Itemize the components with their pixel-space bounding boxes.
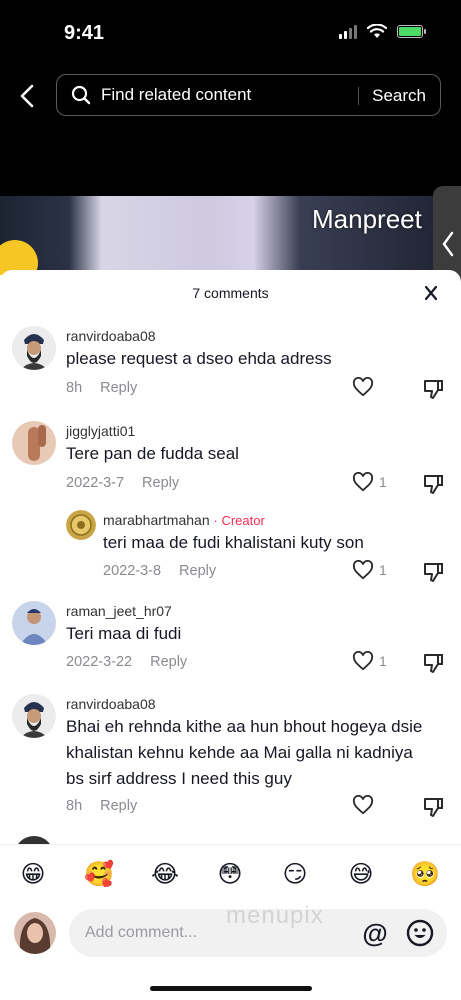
reply-button[interactable]: Reply <box>179 563 216 579</box>
video-preview[interactable]: Manpreet <box>0 196 461 275</box>
video-overlay-text: Manpreet <box>312 204 422 234</box>
creator-badge: · Creator <box>213 513 265 528</box>
like-button[interactable] <box>352 377 379 397</box>
comment-timestamp: 8h <box>66 380 83 396</box>
like-button[interactable] <box>352 795 379 815</box>
smirking-emoji-icon[interactable]: 😏 <box>279 859 311 891</box>
comment-timestamp: 2022-3-7 <box>66 475 125 491</box>
search-icon <box>71 85 91 105</box>
dislike-icon[interactable] <box>422 652 444 674</box>
dislike-icon[interactable] <box>422 378 444 400</box>
comments-count-title: 7 comments <box>192 285 269 301</box>
status-icons <box>339 24 426 39</box>
reply-username: marabhartmahan · Creator <box>103 512 265 528</box>
heart-icon <box>352 560 374 580</box>
reply-button[interactable]: Reply <box>142 475 179 491</box>
status-time: 9:41 <box>64 22 105 44</box>
search-input[interactable] <box>101 75 351 115</box>
avatar[interactable] <box>12 601 56 645</box>
reply-meta: 2022-3-8 Reply <box>103 563 216 579</box>
reply-button[interactable]: Reply <box>100 798 137 814</box>
reply-button[interactable]: Reply <box>150 654 187 670</box>
dislike-icon[interactable] <box>422 473 444 495</box>
comment-meta: 2022-3-7 Reply <box>66 475 179 491</box>
watermark: menupix <box>226 902 324 929</box>
like-button[interactable]: 1 <box>352 651 387 671</box>
tears-of-joy-emoji-icon[interactable]: 😂 <box>149 859 181 891</box>
heart-icon <box>352 377 374 397</box>
comment-text: Teri maa di fudi <box>66 624 182 643</box>
like-count: 1 <box>379 562 387 578</box>
close-icon[interactable] <box>424 285 438 301</box>
avatar[interactable] <box>66 510 96 540</box>
reply-timestamp: 2022-3-8 <box>103 563 162 579</box>
comment-username[interactable]: ranvirdoaba08 <box>66 328 156 344</box>
pleading-emoji-icon[interactable]: 🥺 <box>409 859 441 891</box>
comment-username[interactable]: ranvirdoaba08 <box>66 696 156 712</box>
comment-username[interactable]: jigglyjatti01 <box>66 423 135 439</box>
dislike-icon[interactable] <box>422 561 444 583</box>
reply-author[interactable]: marabhartmahan <box>103 512 210 528</box>
comment-timestamp: 8h <box>66 798 83 814</box>
comment-text: please request a dseo ehda adress <box>66 349 332 368</box>
comment-username[interactable]: raman_jeet_hr07 <box>66 603 172 619</box>
comment-meta: 2022-3-22 Reply <box>66 654 187 670</box>
dislike-icon[interactable] <box>422 796 444 818</box>
grinning-emoji-icon[interactable]: 😁 <box>17 859 49 891</box>
avatar[interactable] <box>12 421 56 465</box>
wifi-icon <box>367 24 387 38</box>
top-area: 9:41 Search Manpreet <box>0 0 461 275</box>
comment-text: Bhai eh rehnda kithe aa hun bhout hogeya… <box>66 717 423 788</box>
smiling-hearts-emoji-icon[interactable]: 🥰 <box>83 859 115 891</box>
avatar[interactable] <box>12 326 56 370</box>
avatar[interactable] <box>14 912 56 954</box>
comment-meta: 8h Reply <box>66 798 137 814</box>
back-button[interactable] <box>16 82 40 110</box>
reply-button[interactable]: Reply <box>100 380 137 396</box>
like-button[interactable]: 1 <box>352 560 387 580</box>
emoji-quick-bar: 😁 🥰 😂 😳 😏 😅 🥺 <box>0 844 461 909</box>
home-indicator <box>150 986 312 991</box>
cellular-signal-icon <box>339 24 357 39</box>
sweat-smile-emoji-icon[interactable]: 😅 <box>345 859 377 891</box>
emoji-picker-icon[interactable] <box>406 919 434 947</box>
like-count: 1 <box>379 653 387 669</box>
like-count: 1 <box>379 474 387 490</box>
heart-icon <box>352 795 374 815</box>
search-button[interactable]: Search <box>372 86 426 106</box>
comment-text: Tere pan de fudda seal <box>66 444 239 463</box>
reply-text: teri maa de fudi khalistani kuty son <box>103 533 364 552</box>
chevron-left-icon <box>442 231 454 257</box>
comment-meta: 8h Reply <box>66 380 137 396</box>
search-divider <box>358 87 359 105</box>
search-bar[interactable]: Search <box>56 74 441 116</box>
avatar[interactable] <box>12 694 56 738</box>
mention-button[interactable]: @ <box>361 919 389 947</box>
battery-icon <box>397 25 426 38</box>
flushed-emoji-icon[interactable]: 😳 <box>214 859 246 891</box>
comment-timestamp: 2022-3-22 <box>66 654 133 670</box>
heart-icon <box>352 472 374 492</box>
heart-icon <box>352 651 374 671</box>
like-button[interactable]: 1 <box>352 472 387 492</box>
